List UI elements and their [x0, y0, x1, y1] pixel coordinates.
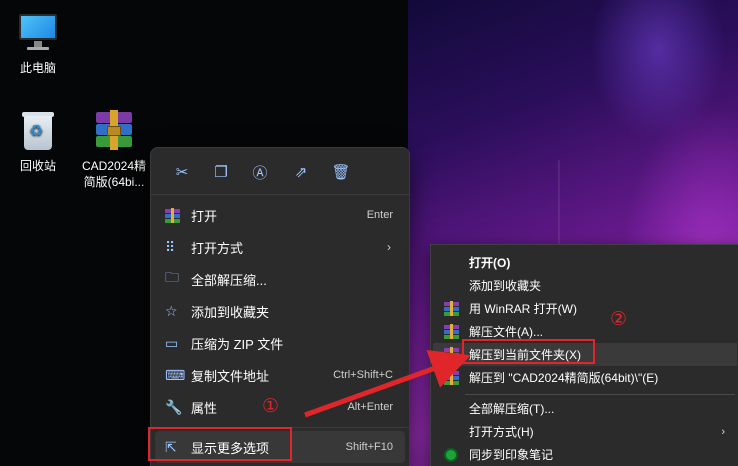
annotation-arrow [304, 349, 471, 418]
